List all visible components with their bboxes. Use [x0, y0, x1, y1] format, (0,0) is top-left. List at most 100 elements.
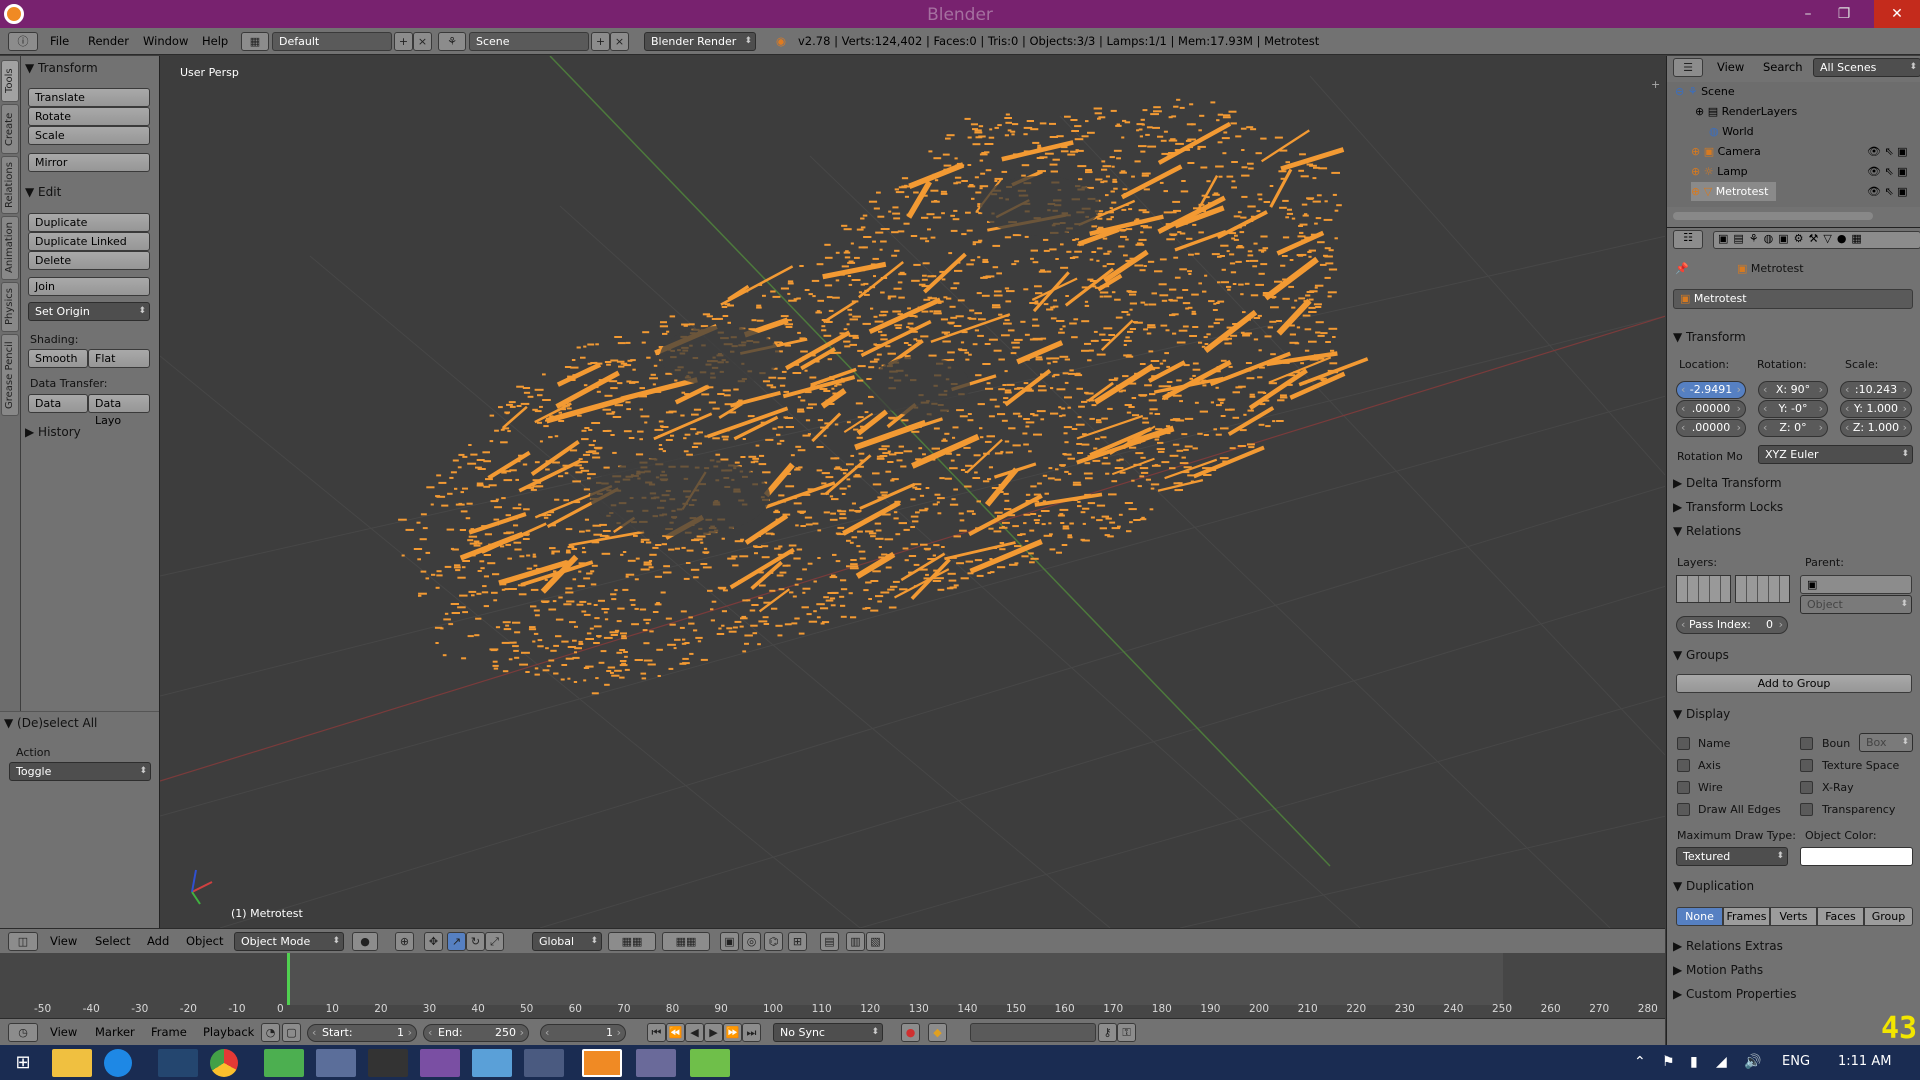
lock-camera-icon[interactable]: ▣ — [720, 932, 739, 951]
play-reverse-icon[interactable]: ◀ — [685, 1023, 704, 1042]
mode-dropdown[interactable]: Object Mode — [234, 932, 344, 951]
start-frame-field[interactable]: Start:1 — [307, 1024, 417, 1042]
auto-keying-icon[interactable]: ◔ — [261, 1023, 280, 1042]
xray-checkbox[interactable] — [1800, 781, 1813, 794]
tl-menu-view[interactable]: View — [50, 1023, 77, 1042]
operator-header[interactable]: ▼ (De)select All — [4, 713, 97, 733]
menu-render[interactable]: Render — [88, 32, 129, 51]
location-x-field[interactable]: -2.9491 — [1676, 381, 1746, 399]
record-icon[interactable]: ● — [901, 1023, 920, 1042]
outliner-row-metrotest[interactable]: ⊕ ▽ Metrotest — [1691, 182, 1777, 201]
scene-icon[interactable]: ⚘ — [438, 32, 466, 51]
add-to-group-button[interactable]: Add to Group — [1676, 674, 1912, 693]
app-dark-icon[interactable] — [368, 1049, 408, 1077]
tray-language[interactable]: ENG — [1782, 1054, 1810, 1069]
app-media-icon[interactable] — [316, 1049, 356, 1077]
mirror-button[interactable]: Mirror — [28, 153, 150, 172]
maximize-button[interactable]: ❐ — [1826, 0, 1862, 28]
translate-button[interactable]: Translate — [28, 88, 150, 107]
manipulator-icon[interactable]: ✥ — [424, 932, 443, 951]
viewport-plus-icon[interactable]: + — [1651, 78, 1660, 91]
end-frame-field[interactable]: End:250 — [423, 1024, 529, 1042]
keying-set-field[interactable] — [970, 1023, 1096, 1042]
start-windows-icon[interactable]: ⊞ — [6, 1049, 40, 1077]
play-icon[interactable]: ▶ — [704, 1023, 723, 1042]
prev-keyframe-icon[interactable]: ⏪ — [666, 1023, 685, 1042]
shading-mode-icon[interactable]: ● — [352, 932, 378, 951]
rotate-button[interactable]: Rotate — [28, 107, 150, 126]
tab-physics[interactable]: Physics — [1, 282, 19, 332]
object-name-field[interactable]: ▣ Metrotest — [1673, 289, 1913, 309]
next-keyframe-icon[interactable]: ⏩ — [723, 1023, 742, 1042]
data-layout-button[interactable]: Data Layo — [88, 394, 150, 427]
file-explorer-icon[interactable] — [52, 1049, 92, 1077]
layers-grid-1-icon[interactable]: ▦▦ — [608, 932, 656, 951]
orientation-dropdown[interactable]: Global — [532, 932, 602, 951]
outliner-row-scene[interactable]: ⊖ ⚘ Scene — [1675, 82, 1735, 101]
relations-header[interactable]: ▼ Relations — [1673, 521, 1741, 541]
scale-button[interactable]: Scale — [28, 126, 150, 145]
texture-space-checkbox[interactable] — [1800, 759, 1813, 772]
close-button[interactable]: ✕ — [1874, 0, 1920, 28]
display-header[interactable]: ▼ Display — [1673, 704, 1730, 724]
app-green-icon[interactable] — [264, 1049, 304, 1077]
info-editor-type-icon[interactable]: ⓘ — [8, 32, 38, 51]
outliner-row-renderlayers[interactable]: ⊕ ▤ RenderLayers — [1695, 102, 1797, 121]
render-engine-dropdown[interactable]: Blender Render — [644, 32, 756, 51]
app-tool-icon[interactable] — [636, 1049, 676, 1077]
viewport-editor-type-icon[interactable]: ◫ — [8, 932, 38, 951]
scale-x-field[interactable]: :10.243 — [1840, 381, 1912, 399]
remove-scene-icon[interactable]: × — [610, 32, 629, 51]
dupli-faces-button[interactable]: Faces — [1817, 907, 1864, 926]
location-z-field[interactable]: .00000 — [1676, 419, 1746, 437]
flat-button[interactable]: Flat — [88, 349, 150, 368]
groups-header[interactable]: ▼ Groups — [1673, 645, 1729, 665]
jump-start-icon[interactable]: ⏮ — [647, 1023, 666, 1042]
transform-locks-header[interactable]: ▶ Transform Locks — [1673, 497, 1783, 517]
minimize-button[interactable]: – — [1790, 0, 1826, 28]
pass-index-field[interactable]: Pass Index:0 — [1676, 616, 1788, 634]
metrotest-visibility-icons[interactable]: 👁 ⇖ ▣ — [1867, 182, 1908, 201]
sync-dropdown[interactable]: No Sync — [773, 1023, 883, 1042]
tab-animation[interactable]: Animation — [1, 216, 19, 280]
tl-menu-playback[interactable]: Playback — [203, 1023, 254, 1042]
action-dropdown[interactable]: Toggle — [9, 762, 151, 781]
max-draw-type-dropdown[interactable]: Textured — [1676, 847, 1788, 866]
app-stack-icon[interactable] — [524, 1049, 564, 1077]
properties-editor-type-icon[interactable]: ☷ — [1673, 230, 1703, 249]
tab-create[interactable]: Create — [1, 104, 19, 154]
tray-volume-icon[interactable]: 🔊 — [1744, 1054, 1761, 1070]
transform-props-header[interactable]: ▼ Transform — [1673, 327, 1746, 347]
menu-window[interactable]: Window — [143, 32, 188, 51]
smooth-button[interactable]: Smooth — [28, 349, 88, 368]
insert-keyframe-icon[interactable]: ⚷ — [1098, 1023, 1117, 1042]
data-button[interactable]: Data — [28, 394, 88, 413]
outliner-scrollbar[interactable] — [1673, 212, 1873, 220]
outliner-menu-search[interactable]: Search — [1763, 58, 1803, 77]
parent-type-dropdown[interactable]: Object — [1800, 595, 1912, 614]
outliner-menu-view[interactable]: View — [1717, 58, 1744, 77]
tl-menu-frame[interactable]: Frame — [151, 1023, 187, 1042]
keying-set-icon[interactable]: ◆ — [928, 1023, 947, 1042]
parent-field[interactable]: ▣ — [1800, 575, 1912, 594]
motion-paths-header[interactable]: ▶ Motion Paths — [1673, 960, 1763, 980]
timeline-editor-type-icon[interactable]: ◷ — [8, 1023, 38, 1042]
menu-view[interactable]: View — [50, 932, 77, 951]
properties-context-tabs[interactable]: ▣▤⚘◍▣⚙⚒▽●▦ — [1713, 231, 1920, 249]
scale-z-field[interactable]: Z: 1.000 — [1840, 419, 1912, 437]
rotate-manipulator-icon[interactable]: ↻ — [466, 932, 485, 951]
display-name-checkbox[interactable] — [1677, 737, 1690, 750]
outliner-filter-dropdown[interactable]: All Scenes — [1813, 58, 1920, 77]
display-bounds-checkbox[interactable] — [1800, 737, 1813, 750]
scene-field[interactable]: Scene — [469, 32, 589, 51]
transform-panel-header[interactable]: ▼ Transform — [25, 58, 98, 78]
camera-visibility-icons[interactable]: 👁 ⇖ ▣ — [1867, 142, 1908, 161]
transparency-checkbox[interactable] — [1800, 803, 1813, 816]
add-layout-icon[interactable]: + — [394, 32, 413, 51]
skype-icon[interactable] — [104, 1049, 132, 1077]
duplication-header[interactable]: ▼ Duplication — [1673, 876, 1754, 896]
menu-file[interactable]: File — [50, 32, 69, 51]
duplicate-linked-button[interactable]: Duplicate Linked — [28, 232, 150, 251]
lamp-visibility-icons[interactable]: 👁 ⇖ ▣ — [1867, 162, 1908, 181]
snap-icon[interactable]: ⌬ — [764, 932, 783, 951]
